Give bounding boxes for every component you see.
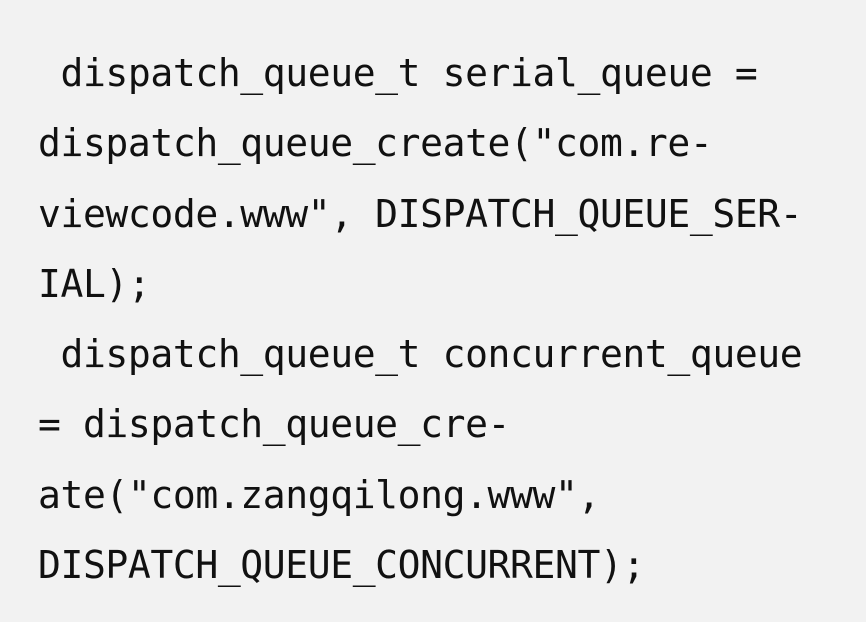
code-line: dispatch_queue_create("com.re- — [38, 121, 713, 166]
code-line: viewcode.www", DISPATCH_QUEUE_SER- — [38, 191, 803, 236]
code-line: ate("com.zangqilong.www", — [38, 472, 600, 517]
code-line: IAL); — [38, 261, 151, 306]
code-block: dispatch_queue_t serial_queue = dispatch… — [0, 0, 866, 622]
code-line: DISPATCH_QUEUE_CONCURRENT); — [38, 543, 645, 588]
code-line: dispatch_queue_t serial_queue = — [38, 51, 758, 95]
code-line: dispatch_queue_t concurrent_queue — [38, 332, 803, 377]
code-line: = dispatch_queue_cre- — [38, 402, 511, 447]
